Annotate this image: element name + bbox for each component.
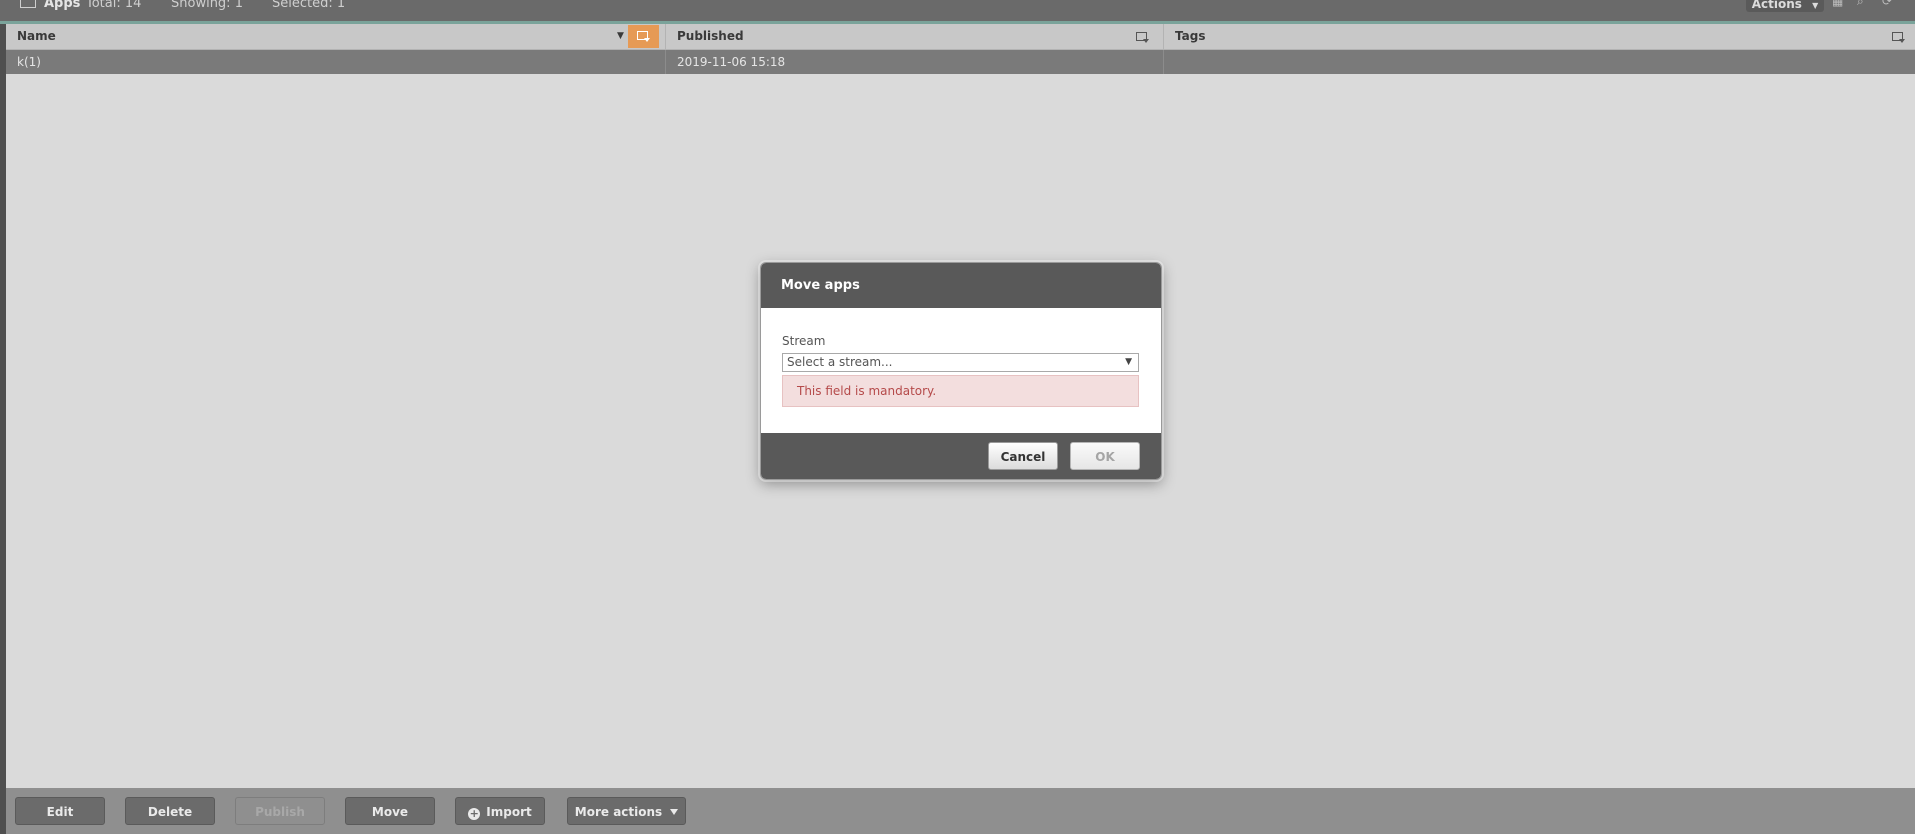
actions-label: Actions	[1751, 0, 1802, 11]
import-label: Import	[486, 805, 532, 819]
stream-label: Stream	[782, 334, 826, 348]
actions-dropdown[interactable]: Actions ▼	[1746, 0, 1824, 12]
column-label-published: Published	[677, 29, 744, 43]
filter-icon	[637, 31, 650, 42]
published-filter-icon[interactable]	[1136, 32, 1149, 43]
apps-icon	[20, 0, 36, 8]
plus-circle-icon: +	[468, 807, 481, 820]
left-edge	[0, 24, 6, 834]
stream-select[interactable]: Select a stream... ▼	[782, 353, 1139, 372]
import-button[interactable]: + Import	[455, 797, 545, 825]
stream-select-value: Select a stream...	[787, 355, 893, 369]
total-count: Total: 14	[86, 0, 142, 11]
delete-button[interactable]: Delete	[125, 797, 215, 825]
tags-filter-icon[interactable]	[1892, 32, 1905, 43]
name-filter-button[interactable]	[628, 25, 659, 48]
cell-published: 2019-11-06 15:18	[665, 50, 1164, 74]
chevron-down-icon: ▼	[1812, 1, 1819, 10]
column-header-tags[interactable]: Tags	[1163, 24, 1915, 49]
column-label-name: Name	[17, 29, 56, 43]
cell-tags	[1163, 50, 1915, 74]
ok-button[interactable]: OK	[1070, 442, 1140, 470]
refresh-icon[interactable]: ⟳	[1882, 0, 1894, 7]
top-header: Apps Total: 14 Showing: 1 Selected: 1 Ac…	[0, 0, 1915, 21]
dialog-footer: Cancel OK	[761, 433, 1161, 479]
dialog-header: Move apps	[761, 263, 1161, 308]
dialog-body: Stream Select a stream... ▼ This field i…	[761, 308, 1161, 433]
cancel-button[interactable]: Cancel	[988, 442, 1058, 470]
more-actions-button[interactable]: More actions	[567, 797, 686, 825]
dialog-title: Move apps	[781, 278, 860, 293]
column-selector-icon[interactable]: ▦	[1832, 0, 1844, 7]
column-header-name[interactable]: Name	[6, 24, 666, 49]
edit-button[interactable]: Edit	[15, 797, 105, 825]
column-label-tags: Tags	[1175, 29, 1206, 43]
page-title: Apps	[44, 0, 81, 11]
move-apps-dialog: Move apps Stream Select a stream... ▼ Th…	[760, 262, 1162, 480]
search-icon[interactable]: ⌕	[1857, 0, 1869, 7]
cell-name: k(1)	[17, 55, 41, 69]
showing-count: Showing: 1	[171, 0, 243, 11]
table-header: Name ▼ Published Tags	[6, 24, 1915, 50]
move-button[interactable]: Move	[345, 797, 435, 825]
dropdown-arrow-icon: ▼	[1125, 357, 1132, 367]
column-header-published[interactable]: Published	[665, 24, 1164, 49]
validation-error: This field is mandatory.	[782, 375, 1139, 407]
publish-button[interactable]: Publish	[235, 797, 325, 825]
table-row[interactable]: k(1) 2019-11-06 15:18	[6, 50, 1915, 74]
more-actions-label: More actions	[574, 805, 663, 819]
caret-down-icon	[670, 809, 679, 815]
bottom-toolbar: Edit Delete Publish Move + Import More ac…	[6, 788, 1915, 834]
selected-count: Selected: 1	[272, 0, 346, 11]
sort-desc-icon[interactable]: ▼	[617, 24, 624, 49]
